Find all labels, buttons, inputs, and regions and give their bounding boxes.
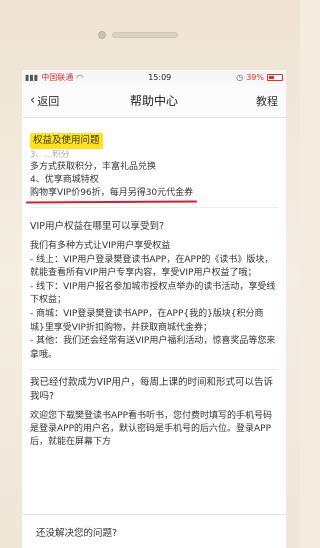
status-right: ◷ 39% [236, 73, 283, 82]
phone-frame: ▮▮▮ 中国联通 ◠ 15:09 ◷ 39% ‹ 返回 帮助中心 教程 权益及使… [0, 0, 300, 548]
faq-item-class-schedule[interactable]: 我已经付款成为VIP用户，每周上课的时间和形式可以告诉我吗? 欢迎您下载樊登读书… [30, 370, 278, 456]
wifi-icon: ◠ [76, 72, 84, 82]
tutorial-button[interactable]: 教程 [256, 93, 278, 109]
status-bar: ▮▮▮ 中国联通 ◠ 15:09 ◷ 39% [22, 70, 286, 84]
back-label: 返回 [37, 94, 60, 108]
page-title: 帮助中心 [129, 94, 178, 108]
answer-line-text: 购物享VIP价96折，每月另得30元代金券 [30, 188, 194, 198]
faq-question[interactable]: 我已经付款成为VIP用户，每周上课的时间和形式可以告诉我吗? [30, 376, 278, 404]
unresolved-question-button[interactable]: 还没解决您的问题? [36, 525, 117, 539]
answer-line: - 线上：VIP用户登录樊登读书APP，在APP的《读书》版块，就能查看所有VI… [30, 254, 274, 279]
chevron-left-icon: ‹ [30, 93, 36, 108]
status-time: 15:09 [148, 72, 172, 82]
faq-section-benefits: 权益及使用问题 3、…积分 多方式获取积分，丰富礼品兑换 4、优享商城特权 购物… [25, 122, 278, 208]
answer-line: - 商城：VIP登录樊登读书APP，在APP{我的}版块{积分商城}里享受VIP… [30, 308, 264, 333]
speaker-grille [112, 32, 178, 38]
signal-icon: ▮▮▮ [25, 72, 39, 82]
battery-percent: 39% [246, 72, 264, 82]
faded-line: 3、…积分 [30, 150, 70, 160]
faq-answer: 我们有多种方式让VIP用户享受权益 - 线上：VIP用户登录樊登读书APP，在A… [30, 240, 278, 362]
carrier-label: 中国联通 [41, 72, 74, 82]
section-title[interactable]: 权益及使用问题 [30, 133, 103, 149]
faq-answer: 欢迎您下载樊登读书APP看书听书，您付费时填写的手机号码是登录APP的用户名，默… [30, 411, 273, 448]
answer-line: 我们有多种方式让VIP用户享受权益 [30, 241, 171, 251]
answer-line: - 线下：VIP用户报名参加城市授权点举办的读书活动，享受线下权益； [30, 281, 276, 306]
nav-bar: ‹ 返回 帮助中心 教程 [22, 84, 286, 118]
highlighted-answer-line: 购物享VIP价96折，每月另得30元代金券 [25, 187, 198, 204]
benefits-answer: 多方式获取积分，丰富礼品兑换 4、优享商城特权 购物享VIP价96折，每月另得3… [25, 161, 278, 204]
alarm-icon: ◷ [236, 72, 244, 82]
back-button[interactable]: ‹ 返回 [30, 93, 59, 109]
battery-icon [267, 73, 283, 81]
faq-question[interactable]: VIP用户权益在哪里可以享受到? [30, 220, 164, 234]
phone-screen: ▮▮▮ 中国联通 ◠ 15:09 ◷ 39% ‹ 返回 帮助中心 教程 权益及使… [22, 70, 286, 548]
status-left: ▮▮▮ 中国联通 ◠ [25, 72, 83, 83]
answer-line: - 其他：我们还会经常有送VIP用户福利活动，惊喜奖品等您来拿哦。 [30, 336, 276, 360]
camera-icon [98, 31, 106, 39]
answer-line: 4、优享商城特权 [30, 175, 99, 185]
bottom-help-bar: 还没解决您的问题? [22, 514, 286, 548]
faq-item-vip-benefits[interactable]: VIP用户权益在哪里可以享受到? 我们有多种方式让VIP用户享受权益 - 线上：… [30, 208, 278, 371]
answer-line: 多方式获取积分，丰富礼品兑换 [30, 162, 157, 172]
red-underline-annotation [25, 200, 198, 204]
help-content: 权益及使用问题 3、…积分 多方式获取积分，丰富礼品兑换 4、优享商城特权 购物… [22, 118, 286, 456]
phone-top-bezel [0, 0, 300, 68]
